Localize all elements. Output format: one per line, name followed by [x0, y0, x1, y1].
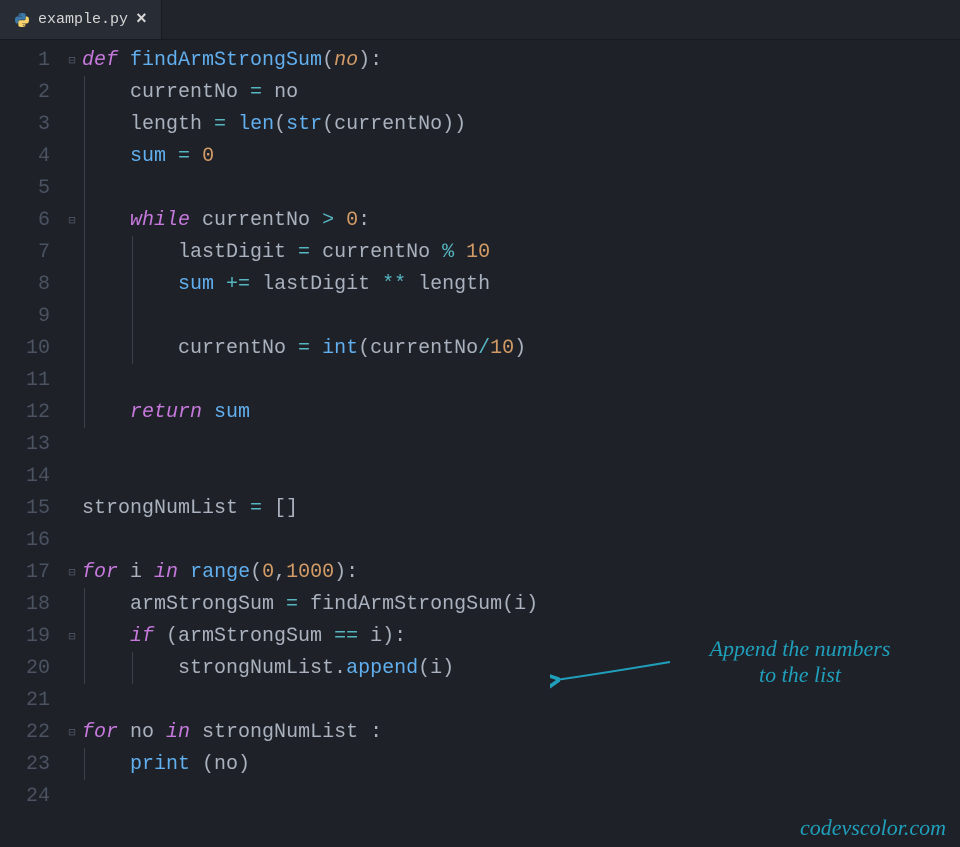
code-line[interactable]: 11: [0, 364, 960, 396]
line-number: 17: [0, 561, 62, 584]
code-content[interactable]: lastDigit = currentNo % 10: [82, 241, 960, 264]
fold-marker[interactable]: ⊟: [62, 629, 82, 644]
line-number: 19: [0, 625, 62, 648]
fold-marker[interactable]: ⊟: [62, 53, 82, 68]
code-line[interactable]: 12 return sum: [0, 396, 960, 428]
line-number: 20: [0, 657, 62, 680]
code-line[interactable]: 22⊟for no in strongNumList :: [0, 716, 960, 748]
code-content[interactable]: currentNo = int(currentNo/10): [82, 337, 960, 360]
code-line[interactable]: 8 sum += lastDigit ** length: [0, 268, 960, 300]
code-content[interactable]: sum = 0: [82, 145, 960, 168]
code-content[interactable]: for i in range(0,1000):: [82, 561, 960, 584]
line-number: 8: [0, 273, 62, 296]
code-content[interactable]: sum += lastDigit ** length: [82, 273, 960, 296]
code-line[interactable]: 10 currentNo = int(currentNo/10): [0, 332, 960, 364]
code-content[interactable]: length = len(str(currentNo)): [82, 113, 960, 136]
line-number: 23: [0, 753, 62, 776]
line-number: 9: [0, 305, 62, 328]
fold-marker[interactable]: ⊟: [62, 565, 82, 580]
tab-bar: example.py ×: [0, 0, 960, 40]
line-number: 15: [0, 497, 62, 520]
line-number: 16: [0, 529, 62, 552]
code-line[interactable]: 16: [0, 524, 960, 556]
line-number: 2: [0, 81, 62, 104]
code-line[interactable]: 21: [0, 684, 960, 716]
code-line[interactable]: 13: [0, 428, 960, 460]
code-content[interactable]: while currentNo > 0:: [82, 209, 960, 232]
line-number: 7: [0, 241, 62, 264]
code-content[interactable]: for no in strongNumList :: [82, 721, 960, 744]
line-number: 5: [0, 177, 62, 200]
code-line[interactable]: 19⊟ if (armStrongSum == i):: [0, 620, 960, 652]
fold-marker[interactable]: ⊟: [62, 213, 82, 228]
indent-guide: [84, 588, 85, 684]
fold-marker[interactable]: ⊟: [62, 725, 82, 740]
tab-filename: example.py: [38, 11, 128, 28]
code-line[interactable]: 15 strongNumList = []: [0, 492, 960, 524]
code-line[interactable]: 23 print (no): [0, 748, 960, 780]
code-content[interactable]: return sum: [82, 401, 960, 424]
indent-guide: [132, 652, 133, 684]
code-line[interactable]: 4 sum = 0: [0, 140, 960, 172]
line-number: 13: [0, 433, 62, 456]
code-editor[interactable]: 1⊟def findArmStrongSum(no):2 currentNo =…: [0, 40, 960, 812]
line-number: 6: [0, 209, 62, 232]
code-content[interactable]: currentNo = no: [82, 81, 960, 104]
code-line[interactable]: 2 currentNo = no: [0, 76, 960, 108]
indent-guide: [84, 748, 85, 780]
line-number: 12: [0, 401, 62, 424]
code-content[interactable]: strongNumList.append(i): [82, 657, 960, 680]
python-icon: [14, 12, 30, 28]
indent-guide: [132, 236, 133, 364]
code-line[interactable]: 3 length = len(str(currentNo)): [0, 108, 960, 140]
code-content[interactable]: armStrongSum = findArmStrongSum(i): [82, 593, 960, 616]
code-line[interactable]: 9: [0, 300, 960, 332]
line-number: 1: [0, 49, 62, 72]
line-number: 11: [0, 369, 62, 392]
code-line[interactable]: 7 lastDigit = currentNo % 10: [0, 236, 960, 268]
code-line[interactable]: 1⊟def findArmStrongSum(no):: [0, 44, 960, 76]
code-content[interactable]: if (armStrongSum == i):: [82, 625, 960, 648]
code-content[interactable]: strongNumList = []: [82, 497, 960, 520]
close-icon[interactable]: ×: [136, 10, 147, 30]
code-line[interactable]: 14: [0, 460, 960, 492]
line-number: 24: [0, 785, 62, 808]
line-number: 10: [0, 337, 62, 360]
tab-example-py[interactable]: example.py ×: [0, 0, 162, 39]
line-number: 22: [0, 721, 62, 744]
line-number: 18: [0, 593, 62, 616]
code-line[interactable]: 24: [0, 780, 960, 812]
code-content[interactable]: print (no): [82, 753, 960, 776]
line-number: 4: [0, 145, 62, 168]
code-line[interactable]: 18 armStrongSum = findArmStrongSum(i): [0, 588, 960, 620]
code-line[interactable]: 17⊟for i in range(0,1000):: [0, 556, 960, 588]
line-number: 3: [0, 113, 62, 136]
watermark: codevscolor.com: [800, 815, 946, 841]
line-number: 21: [0, 689, 62, 712]
code-line[interactable]: 6⊟ while currentNo > 0:: [0, 204, 960, 236]
code-line[interactable]: 5: [0, 172, 960, 204]
code-line[interactable]: 20 strongNumList.append(i): [0, 652, 960, 684]
indent-guide: [84, 76, 85, 428]
line-number: 14: [0, 465, 62, 488]
code-content[interactable]: def findArmStrongSum(no):: [82, 49, 960, 72]
